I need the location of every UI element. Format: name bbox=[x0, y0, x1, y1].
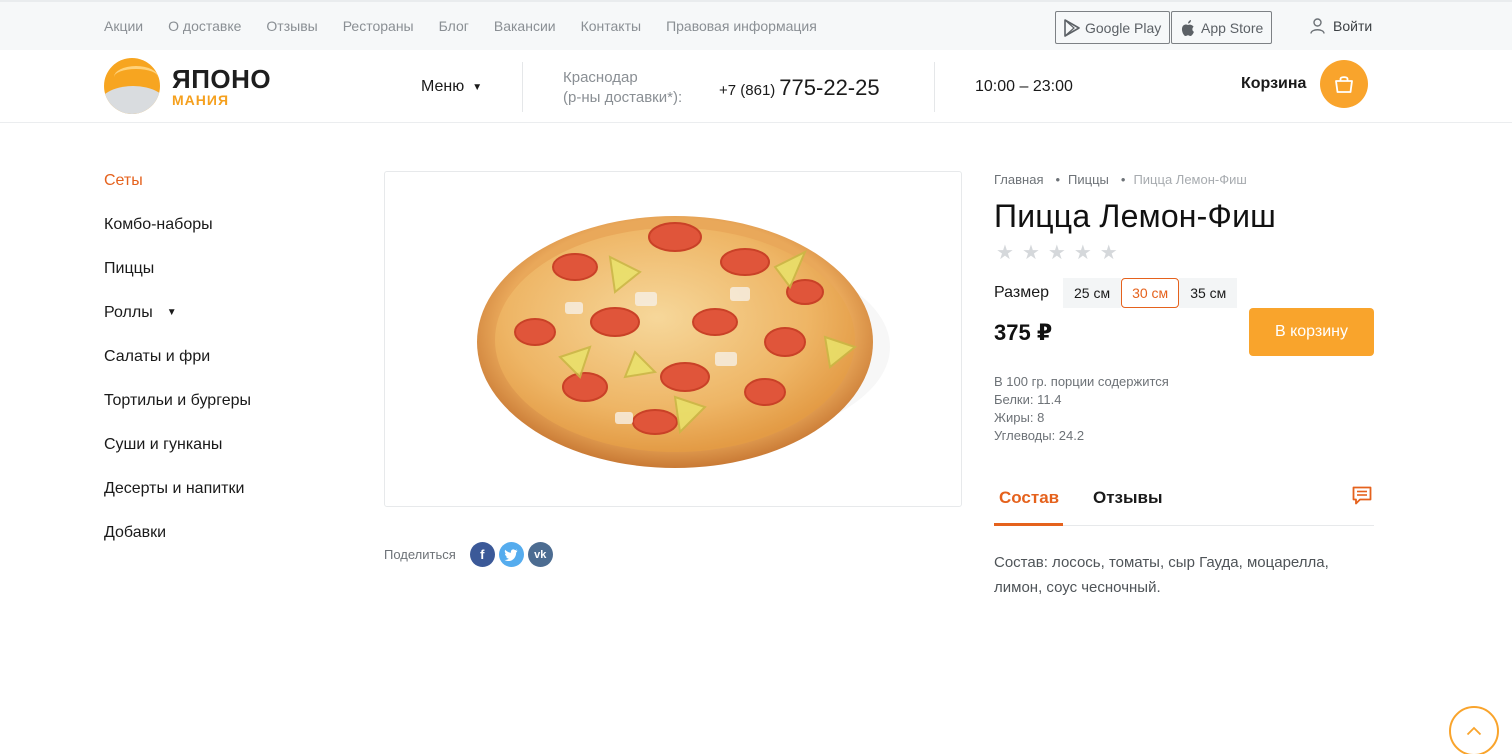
share-label: Поделиться bbox=[384, 547, 456, 562]
sidebar-item-label: Салаты и фри bbox=[104, 348, 211, 365]
google-play-icon bbox=[1064, 18, 1080, 37]
breadcrumb-category[interactable]: Пиццы bbox=[1068, 172, 1109, 187]
sidebar-item-label: Роллы bbox=[104, 304, 153, 321]
rating-stars[interactable]: ★ ★ ★ ★ ★ bbox=[996, 240, 1118, 265]
logo-text-bottom: МАНИЯ bbox=[172, 91, 230, 108]
logo-text-top: ЯПОНО bbox=[172, 63, 272, 94]
top-nav: Акции О доставке Отзывы Рестораны Блог В… bbox=[104, 18, 842, 34]
topnav-link-promotions[interactable]: Акции bbox=[104, 18, 143, 34]
breadcrumb-home[interactable]: Главная bbox=[994, 172, 1043, 187]
breadcrumb-separator: • bbox=[1120, 172, 1126, 187]
tab-reviews[interactable]: Отзывы bbox=[1093, 488, 1163, 508]
menu-label: Меню bbox=[421, 78, 465, 95]
cart-bag-icon bbox=[1320, 60, 1369, 108]
active-tab-indicator bbox=[994, 523, 1063, 526]
delivery-city[interactable]: Краснодар (р-ны доставки*): bbox=[563, 68, 682, 108]
topnav-link-reviews[interactable]: Отзывы bbox=[266, 18, 317, 34]
topnav-link-restaurants[interactable]: Рестораны bbox=[343, 18, 414, 34]
site-header: ЯПОНО МАНИЯ Меню ▼ Краснодар (р-ны доста… bbox=[0, 50, 1512, 123]
sidebar-item-tortillas[interactable]: Тортильи и бургеры bbox=[104, 392, 251, 436]
size-label: Размер bbox=[994, 284, 1049, 301]
sidebar-item-label: Комбо-наборы bbox=[104, 216, 213, 233]
star-icon[interactable]: ★ bbox=[1100, 240, 1118, 265]
google-play-button[interactable]: Google Play bbox=[1055, 11, 1171, 44]
phone-link[interactable]: +7 (861) 775-22-25 bbox=[719, 75, 880, 101]
nutrition-fat: Жиры: 8 bbox=[994, 410, 1045, 425]
phone-number: 775-22-25 bbox=[779, 75, 880, 100]
logo[interactable]: ЯПОНО МАНИЯ bbox=[104, 58, 271, 114]
menu-dropdown-button[interactable]: Меню ▼ bbox=[421, 78, 482, 96]
pizza-image bbox=[477, 216, 890, 468]
top-bar: Акции О доставке Отзывы Рестораны Блог В… bbox=[0, 0, 1512, 50]
scroll-to-top-button[interactable] bbox=[1449, 706, 1499, 754]
product-tabs: Состав Отзывы bbox=[994, 480, 1374, 526]
size-option-35[interactable]: 35 см bbox=[1179, 278, 1238, 308]
login-link[interactable]: Войти bbox=[1310, 18, 1372, 34]
topnav-link-legal[interactable]: Правовая информация bbox=[666, 18, 817, 34]
sidebar-item-label: Десерты и напитки bbox=[104, 480, 245, 497]
header-divider bbox=[934, 62, 935, 112]
size-option-30[interactable]: 30 см bbox=[1121, 278, 1180, 308]
star-icon[interactable]: ★ bbox=[1074, 240, 1092, 265]
nutrition-info: В 100 гр. порции содержится Белки: 11.4 … bbox=[994, 373, 1169, 445]
product-image-frame bbox=[384, 171, 962, 507]
header-divider bbox=[522, 62, 523, 112]
star-icon[interactable]: ★ bbox=[1022, 240, 1040, 265]
sidebar-item-desserts[interactable]: Десерты и напитки bbox=[104, 480, 251, 524]
star-icon[interactable]: ★ bbox=[996, 240, 1014, 265]
size-option-25[interactable]: 25 см bbox=[1063, 278, 1122, 308]
arrow-up-icon bbox=[1466, 726, 1482, 736]
user-icon bbox=[1310, 18, 1325, 34]
login-label: Войти bbox=[1333, 18, 1373, 34]
topnav-link-contacts[interactable]: Контакты bbox=[581, 18, 641, 34]
vk-icon[interactable]: vk bbox=[527, 542, 553, 567]
city-note: (р-ны доставки*): bbox=[563, 89, 683, 106]
add-to-cart-button[interactable]: В корзину bbox=[1249, 308, 1374, 356]
app-store-label: App Store bbox=[1201, 19, 1264, 36]
caret-down-icon: ▼ bbox=[472, 81, 483, 93]
logo-mark bbox=[104, 58, 160, 114]
twitter-icon[interactable] bbox=[498, 542, 524, 567]
sidebar-item-combo[interactable]: Комбо-наборы bbox=[104, 216, 251, 260]
product-price: 375 ₽ bbox=[994, 320, 1053, 345]
sidebar-item-extras[interactable]: Добавки bbox=[104, 524, 251, 568]
apple-icon bbox=[1181, 19, 1194, 36]
sidebar-item-rolls[interactable]: Роллы ▼ bbox=[104, 304, 251, 348]
caret-down-icon: ▼ bbox=[166, 307, 177, 318]
category-sidebar: Сеты Комбо-наборы Пиццы Роллы ▼ Салаты и … bbox=[104, 172, 251, 568]
topnav-link-delivery[interactable]: О доставке bbox=[168, 18, 241, 34]
app-store-button[interactable]: App Store bbox=[1171, 11, 1273, 44]
working-hours: 10:00 – 23:00 bbox=[975, 78, 1073, 95]
sidebar-item-sushi[interactable]: Суши и гунканы bbox=[104, 436, 251, 480]
topnav-link-vacancies[interactable]: Вакансии bbox=[494, 18, 556, 34]
breadcrumb: Главная • Пиццы • Пицца Лемон-Фиш bbox=[994, 172, 1247, 187]
composition-text: Состав: лосось, томаты, сыр Гауда, моцар… bbox=[994, 554, 1329, 596]
sidebar-item-sets[interactable]: Сеты bbox=[104, 172, 251, 216]
sidebar-item-label: Суши и гунканы bbox=[104, 436, 223, 453]
google-play-label: Google Play bbox=[1085, 19, 1162, 36]
breadcrumb-current: Пицца Лемон-Фиш bbox=[1133, 172, 1247, 187]
cart-label: Корзина bbox=[1241, 75, 1307, 92]
comment-icon[interactable] bbox=[1352, 486, 1372, 505]
city-name: Краснодар bbox=[563, 69, 638, 86]
facebook-icon[interactable]: f bbox=[469, 542, 495, 567]
tab-composition[interactable]: Состав bbox=[999, 488, 1059, 508]
sidebar-item-salads[interactable]: Салаты и фри bbox=[104, 348, 251, 392]
sidebar-item-label: Пиццы bbox=[104, 260, 155, 277]
sidebar-item-label: Тортильи и бургеры bbox=[104, 392, 251, 409]
nutrition-carbs: Углеводы: 24.2 bbox=[994, 428, 1085, 443]
sidebar-item-label: Добавки bbox=[104, 524, 167, 541]
share-block: Поделиться f vk bbox=[384, 542, 553, 567]
sidebar-item-label: Сеты bbox=[104, 172, 143, 189]
product-title: Пицца Лемон-Фиш bbox=[994, 198, 1277, 234]
nutrition-heading: В 100 гр. порции содержится bbox=[994, 374, 1169, 389]
star-icon[interactable]: ★ bbox=[1048, 240, 1066, 265]
topnav-link-blog[interactable]: Блог bbox=[439, 18, 469, 34]
nutrition-protein: Белки: 11.4 bbox=[994, 392, 1062, 407]
phone-prefix: +7 (861) bbox=[719, 82, 776, 99]
breadcrumb-separator: • bbox=[1055, 172, 1061, 187]
sidebar-item-pizza[interactable]: Пиццы bbox=[104, 260, 251, 304]
size-selector: Размер 25 см 30 см 35 см bbox=[994, 278, 1238, 308]
cart-button[interactable]: Корзина bbox=[1241, 60, 1369, 108]
